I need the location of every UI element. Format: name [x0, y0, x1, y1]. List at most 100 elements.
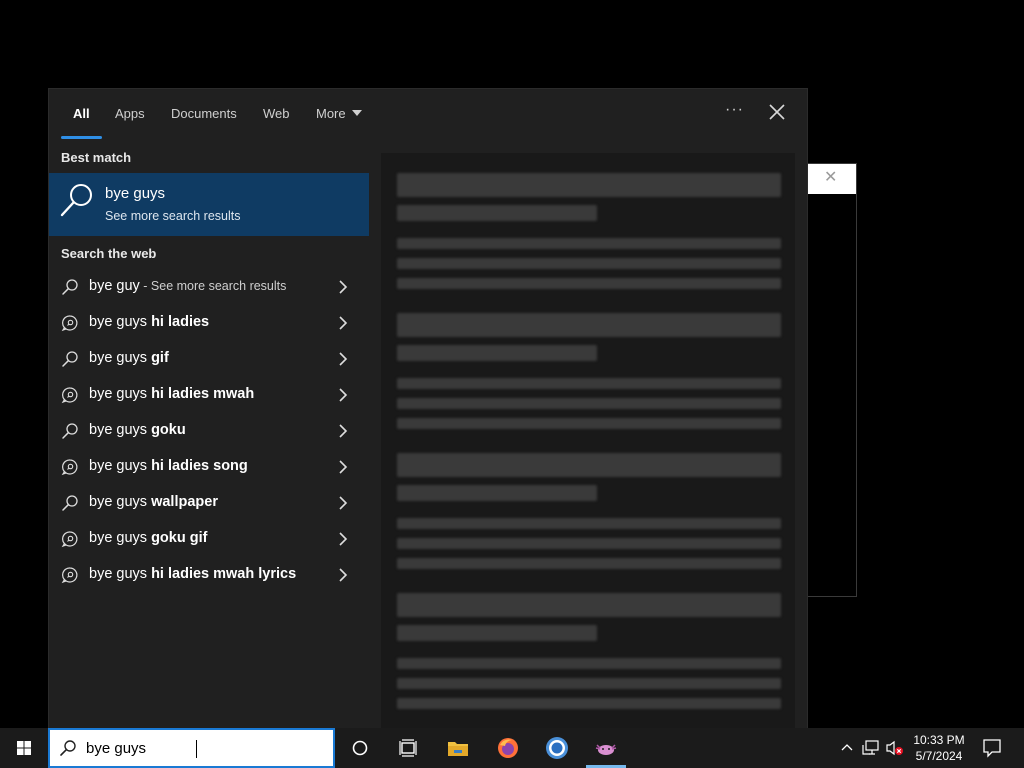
chevron-right-icon[interactable]: [337, 531, 349, 547]
suggestion-prefix: bye guys: [89, 494, 148, 510]
suggestion-completion: goku gif: [147, 530, 208, 546]
chat-search-icon: [61, 567, 78, 584]
suggestion-prefix: bye guys: [89, 314, 148, 330]
web-suggestion-text: bye guys goku: [89, 422, 186, 438]
suggestion-completion: hi ladies song: [147, 458, 248, 474]
chevron-right-icon[interactable]: [337, 387, 349, 403]
suggestion-prefix: bye guy: [89, 278, 140, 294]
chevron-right-icon[interactable]: [337, 459, 349, 475]
tab-documents[interactable]: Documents: [171, 106, 237, 121]
skeleton-placeholder: [397, 278, 781, 289]
tab-apps[interactable]: Apps: [115, 106, 145, 121]
background-window-titlebar: ✕: [808, 164, 856, 194]
chevron-up-icon[interactable]: [840, 740, 854, 754]
close-icon[interactable]: [767, 102, 787, 122]
web-suggestion-text: bye guys goku gif: [89, 530, 207, 546]
web-suggestion-text: bye guys hi ladies mwah: [89, 386, 254, 402]
suggestion-hint: - See more search results: [139, 279, 287, 293]
chevron-right-icon[interactable]: [337, 279, 349, 295]
preview-pane-loading: [381, 153, 795, 729]
chrome-button[interactable]: [533, 728, 581, 768]
chat-search-icon: [61, 387, 78, 404]
caret-down-icon: [351, 110, 362, 116]
web-suggestion-item[interactable]: bye guys hi ladies mwah lyrics: [49, 557, 369, 593]
axolotl-app-icon: [595, 744, 617, 755]
tab-web[interactable]: Web: [263, 106, 290, 121]
windows-start-button[interactable]: [0, 728, 48, 768]
skeleton-placeholder: [397, 593, 781, 617]
chevron-right-icon[interactable]: [337, 351, 349, 367]
web-suggestion-item[interactable]: bye guys goku gif: [49, 521, 369, 557]
close-icon[interactable]: ✕: [824, 169, 837, 187]
web-suggestion-item[interactable]: bye guys hi ladies song: [49, 449, 369, 485]
cortana-icon: [352, 740, 368, 756]
web-suggestion-text: bye guys wallpaper: [89, 494, 218, 510]
file-explorer-button[interactable]: [434, 728, 482, 768]
skeleton-placeholder: [397, 558, 781, 569]
web-suggestion-item[interactable]: bye guy - See more search results: [49, 269, 369, 305]
more-options-button[interactable]: ···: [725, 101, 744, 119]
suggestion-completion: wallpaper: [147, 494, 218, 510]
best-match-result[interactable]: bye guys See more search results: [49, 173, 369, 236]
suggestion-completion: hi ladies mwah: [147, 386, 255, 402]
web-suggestion-item[interactable]: bye guys gif: [49, 341, 369, 377]
system-clock[interactable]: 10:33 PM 5/7/2024: [905, 732, 973, 764]
volume-muted-icon[interactable]: [885, 740, 905, 756]
skeleton-placeholder: [397, 453, 781, 477]
skeleton-placeholder: [397, 678, 781, 689]
tab-bar: All Apps Documents Web More ···: [49, 89, 809, 141]
skeleton-placeholder: [397, 258, 781, 269]
search-input[interactable]: [86, 737, 316, 759]
skeleton-placeholder: [397, 418, 781, 429]
web-suggestion-item[interactable]: bye guys hi ladies: [49, 305, 369, 341]
suggestion-completion: hi ladies mwah lyrics: [147, 566, 297, 582]
chevron-right-icon[interactable]: [337, 315, 349, 331]
background-window: ✕: [808, 163, 857, 597]
cortana-button[interactable]: [336, 728, 384, 768]
search-flyout: All Apps Documents Web More ··· Best mat…: [48, 88, 809, 729]
best-match-title: bye guys: [105, 185, 166, 202]
chevron-right-icon[interactable]: [337, 423, 349, 439]
skeleton-placeholder: [397, 378, 781, 389]
tab-more[interactable]: More: [316, 106, 362, 121]
suggestion-prefix: bye guys: [89, 422, 148, 438]
skeleton-placeholder: [397, 345, 597, 361]
suggestion-completion: gif: [147, 350, 169, 366]
skeleton-placeholder: [397, 518, 781, 529]
task-view-icon: [399, 739, 417, 757]
taskbar: 10:33 PM 5/7/2024: [0, 728, 1024, 768]
search-icon: [60, 184, 92, 217]
axolotl-app-button[interactable]: [582, 728, 630, 768]
web-suggestion-text: bye guys gif: [89, 350, 169, 366]
web-suggestion-text: bye guys hi ladies: [89, 314, 209, 330]
text-cursor: [196, 740, 197, 758]
chevron-right-icon[interactable]: [337, 567, 349, 583]
chevron-right-icon[interactable]: [337, 495, 349, 511]
web-suggestion-item[interactable]: bye guys hi ladies mwah: [49, 377, 369, 413]
task-view-button[interactable]: [384, 728, 432, 768]
tab-all[interactable]: All: [73, 106, 90, 121]
chat-search-icon: [61, 315, 78, 332]
search-icon: [62, 351, 78, 367]
network-icon[interactable]: [862, 740, 880, 756]
skeleton-placeholder: [397, 205, 597, 221]
search-icon: [60, 740, 76, 756]
chat-search-icon: [61, 531, 78, 548]
chat-search-icon: [61, 459, 78, 476]
notification-center-icon[interactable]: [980, 736, 1004, 760]
chrome-icon: [546, 737, 568, 759]
web-suggestion-text: bye guy - See more search results: [89, 278, 286, 294]
skeleton-placeholder: [397, 658, 781, 669]
firefox-button[interactable]: [484, 728, 532, 768]
skeleton-placeholder: [397, 238, 781, 249]
best-match-heading: Best match: [61, 150, 132, 165]
search-icon: [62, 495, 78, 511]
suggestion-prefix: bye guys: [89, 386, 148, 402]
web-suggestion-item[interactable]: bye guys wallpaper: [49, 485, 369, 521]
clock-time: 10:33 PM: [913, 733, 965, 747]
suggestion-prefix: bye guys: [89, 350, 148, 366]
web-suggestion-item[interactable]: bye guys goku: [49, 413, 369, 449]
firefox-icon: [498, 738, 518, 758]
skeleton-placeholder: [397, 698, 781, 709]
taskbar-search-box[interactable]: [48, 728, 335, 768]
